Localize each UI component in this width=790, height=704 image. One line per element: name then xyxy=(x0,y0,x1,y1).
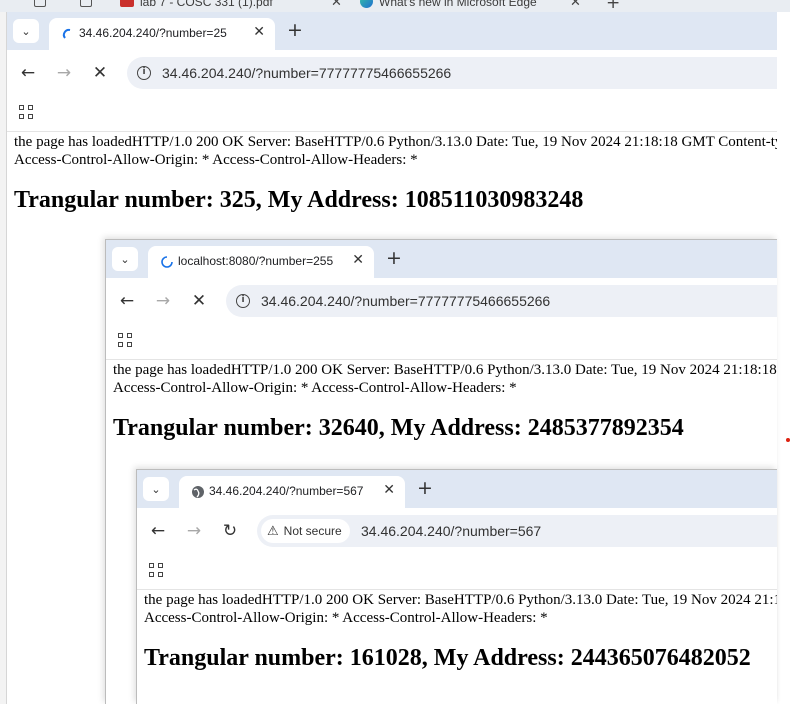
background-tab-title: lab 7 - COSC 331 (1).pdf xyxy=(140,0,273,9)
apps-icon[interactable] xyxy=(19,105,33,119)
response-line: the page has loadedHTTP/1.0 200 OK Serve… xyxy=(113,362,777,378)
square-icon xyxy=(80,0,92,7)
tab-title: localhost:8080/?number=255 xyxy=(178,254,334,268)
active-tab[interactable]: 34.46.204.240/?number=567 ✕ xyxy=(179,476,405,508)
tab-strip: ⌄ 34.46.204.240/?number=25 ✕ + xyxy=(7,12,777,50)
stop-icon[interactable]: ✕ xyxy=(88,61,112,85)
apps-icon[interactable] xyxy=(118,333,132,347)
address-bar[interactable]: i 34.46.204.240/?number=7777777546665526… xyxy=(127,57,777,89)
active-tab[interactable]: localhost:8080/?number=255 ✕ xyxy=(148,246,374,278)
info-icon[interactable]: i xyxy=(137,66,151,80)
warning-icon: ⚠ xyxy=(267,523,279,539)
response-line: the page has loadedHTTP/1.0 200 OK Serve… xyxy=(144,592,777,608)
toolbar: ← → ✕ i 34.46.204.240/?number=7777777546… xyxy=(106,278,777,326)
back-icon[interactable]: ← xyxy=(16,61,40,85)
loading-spinner-icon xyxy=(61,27,75,41)
security-chip[interactable]: ⚠ Not secure xyxy=(261,519,350,543)
page-content: the page has loadedHTTP/1.0 200 OK Serve… xyxy=(7,133,777,214)
bookmarks-bar xyxy=(137,556,777,590)
url-text[interactable]: 34.46.204.240/?number=77777775466655266 xyxy=(162,65,451,81)
tab-title: 34.46.204.240/?number=567 xyxy=(209,484,364,498)
window-edge xyxy=(0,12,7,704)
pdf-icon xyxy=(120,0,134,7)
toolbar: ← → ✕ i 34.46.204.240/?number=7777777546… xyxy=(7,50,777,98)
tab-strip: ⌄ localhost:8080/?number=255 ✕ + xyxy=(106,240,777,278)
headers-line: Access-Control-Allow-Origin: * Access-Co… xyxy=(113,380,517,396)
background-tab-title: What's new in Microsoft Edge xyxy=(379,0,537,9)
tab-list-button[interactable]: ⌄ xyxy=(112,247,138,271)
reload-icon[interactable]: ↻ xyxy=(218,519,242,543)
stop-icon[interactable]: ✕ xyxy=(187,289,211,313)
info-icon[interactable]: i xyxy=(236,294,250,308)
close-icon[interactable]: ✕ xyxy=(383,482,395,498)
toolbar: ← → ↻ ⚠ Not secure 34.46.204.240/?number… xyxy=(137,508,777,556)
forward-icon[interactable]: → xyxy=(182,519,206,543)
url-text[interactable]: 34.46.204.240/?number=77777775466655266 xyxy=(261,293,550,309)
back-icon[interactable]: ← xyxy=(115,289,139,313)
result-heading: Trangular number: 32640, My Address: 248… xyxy=(113,415,684,441)
result-heading: Trangular number: 161028, My Address: 24… xyxy=(144,645,751,671)
headers-line: Access-Control-Allow-Origin: * Access-Co… xyxy=(14,152,418,168)
background-tab-edge[interactable]: What's new in Microsoft Edge xyxy=(360,0,537,11)
response-line: the page has loadedHTTP/1.0 200 OK Serve… xyxy=(14,134,777,150)
new-tab-button[interactable]: + xyxy=(287,19,303,41)
apps-icon[interactable] xyxy=(149,563,163,577)
address-bar[interactable]: ⚠ Not secure 34.46.204.240/?number=567 xyxy=(257,515,777,547)
tab-list-button[interactable]: ⌄ xyxy=(143,477,169,501)
background-tab-pdf[interactable]: lab 7 - COSC 331 (1).pdf xyxy=(120,0,273,11)
close-icon[interactable]: ✕ xyxy=(331,0,342,10)
new-tab-button[interactable]: + xyxy=(386,247,402,269)
globe-icon xyxy=(191,485,205,499)
tab-strip: ⌄ 34.46.204.240/?number=567 ✕ + xyxy=(137,470,777,508)
address-bar[interactable]: i 34.46.204.240/?number=7777777546665526… xyxy=(226,285,777,317)
page-content: the page has loadedHTTP/1.0 200 OK Serve… xyxy=(106,361,777,442)
chevron-down-icon: ⌄ xyxy=(21,24,31,38)
background-tab-strip: lab 7 - COSC 331 (1).pdf ✕ What's new in… xyxy=(0,0,790,12)
new-tab-icon[interactable]: + xyxy=(606,0,620,12)
close-icon[interactable]: ✕ xyxy=(570,0,581,10)
edge-icon xyxy=(360,0,373,8)
tab-actions-icon xyxy=(34,0,46,7)
forward-icon[interactable]: → xyxy=(52,61,76,85)
chevron-down-icon: ⌄ xyxy=(151,482,161,496)
background-tab-icon[interactable] xyxy=(34,0,46,11)
close-icon[interactable]: ✕ xyxy=(352,252,364,268)
loading-spinner-icon xyxy=(160,255,174,269)
new-tab-button[interactable]: + xyxy=(417,477,433,499)
bookmarks-bar xyxy=(7,98,777,132)
notification-dot xyxy=(786,438,790,442)
page-content: the page has loadedHTTP/1.0 200 OK Serve… xyxy=(137,591,777,672)
active-tab[interactable]: 34.46.204.240/?number=25 ✕ xyxy=(49,18,275,50)
forward-icon[interactable]: → xyxy=(151,289,175,313)
back-icon[interactable]: ← xyxy=(146,519,170,543)
result-heading: Trangular number: 325, My Address: 10851… xyxy=(14,187,584,213)
browser-window-3: ⌄ 34.46.204.240/?number=567 ✕ + ← → ↻ ⚠ … xyxy=(136,469,777,704)
tab-list-button[interactable]: ⌄ xyxy=(13,19,39,43)
close-icon[interactable]: ✕ xyxy=(253,24,265,40)
headers-line: Access-Control-Allow-Origin: * Access-Co… xyxy=(144,610,548,626)
chevron-down-icon: ⌄ xyxy=(120,252,130,266)
bookmarks-bar xyxy=(106,326,777,360)
tab-title: 34.46.204.240/?number=25 xyxy=(79,26,227,40)
vertical-tabs-icon[interactable] xyxy=(80,0,92,11)
not-secure-label: Not secure xyxy=(283,524,342,538)
url-text[interactable]: 34.46.204.240/?number=567 xyxy=(361,523,541,539)
